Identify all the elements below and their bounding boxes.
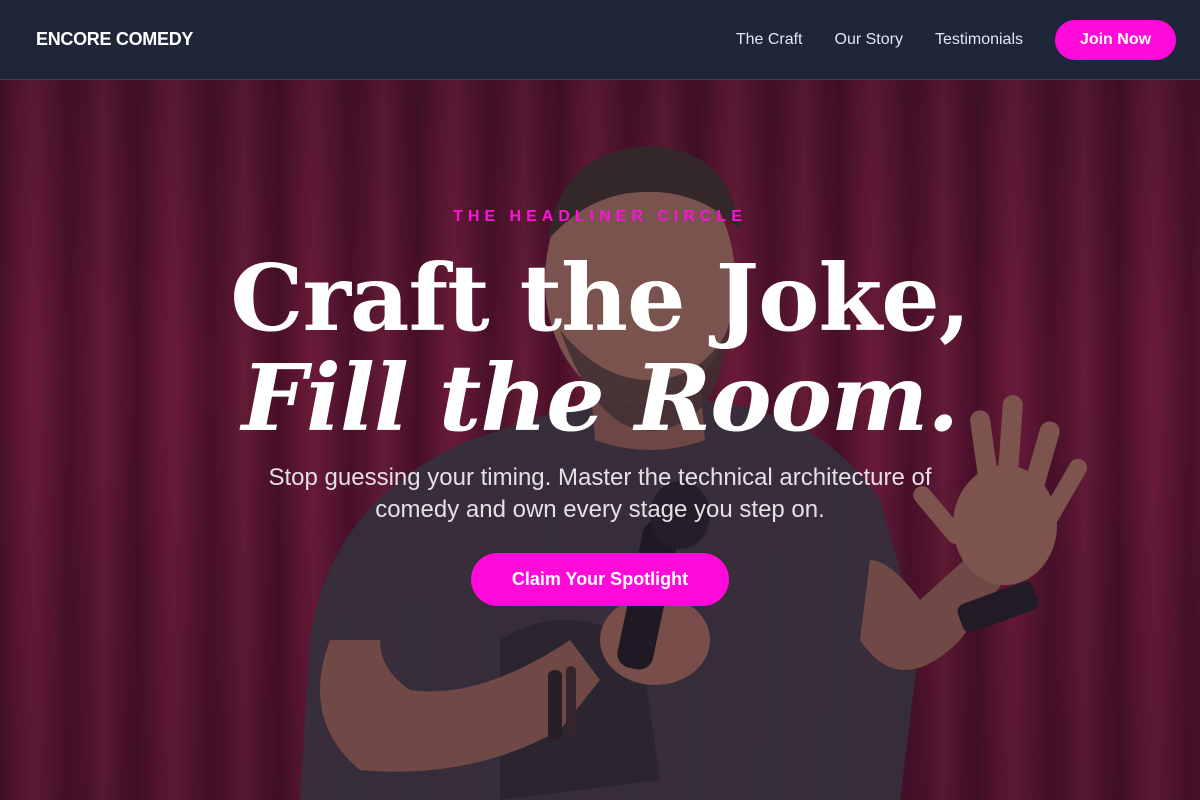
hero-eyebrow: THE HEADLINER CIRCLE: [453, 208, 747, 225]
hero-content: THE HEADLINER CIRCLE Craft the Joke, Fil…: [0, 80, 1200, 800]
main-nav: The Craft Our Story Testimonials Join No…: [736, 19, 1176, 60]
site-logo[interactable]: ENCORE COMEDY: [36, 29, 193, 50]
nav-link-testimonials[interactable]: Testimonials: [935, 31, 1023, 49]
hero-subtext: Stop guessing your timing. Master the te…: [268, 464, 932, 523]
headline-line-1: Craft the Joke,: [230, 244, 971, 352]
nav-link-our-story[interactable]: Our Story: [835, 31, 903, 49]
headline-line-2: Fill the Room.: [241, 344, 960, 452]
hero-section: THE HEADLINER CIRCLE Craft the Joke, Fil…: [0, 80, 1200, 800]
nav-link-the-craft[interactable]: The Craft: [736, 31, 803, 49]
site-header: ENCORE COMEDY The Craft Our Story Testim…: [0, 0, 1200, 80]
claim-your-spotlight-button[interactable]: Claim Your Spotlight: [471, 553, 729, 606]
join-now-button[interactable]: Join Now: [1055, 19, 1176, 60]
hero-headline: Craft the Joke, Fill the Room.: [0, 248, 1200, 448]
